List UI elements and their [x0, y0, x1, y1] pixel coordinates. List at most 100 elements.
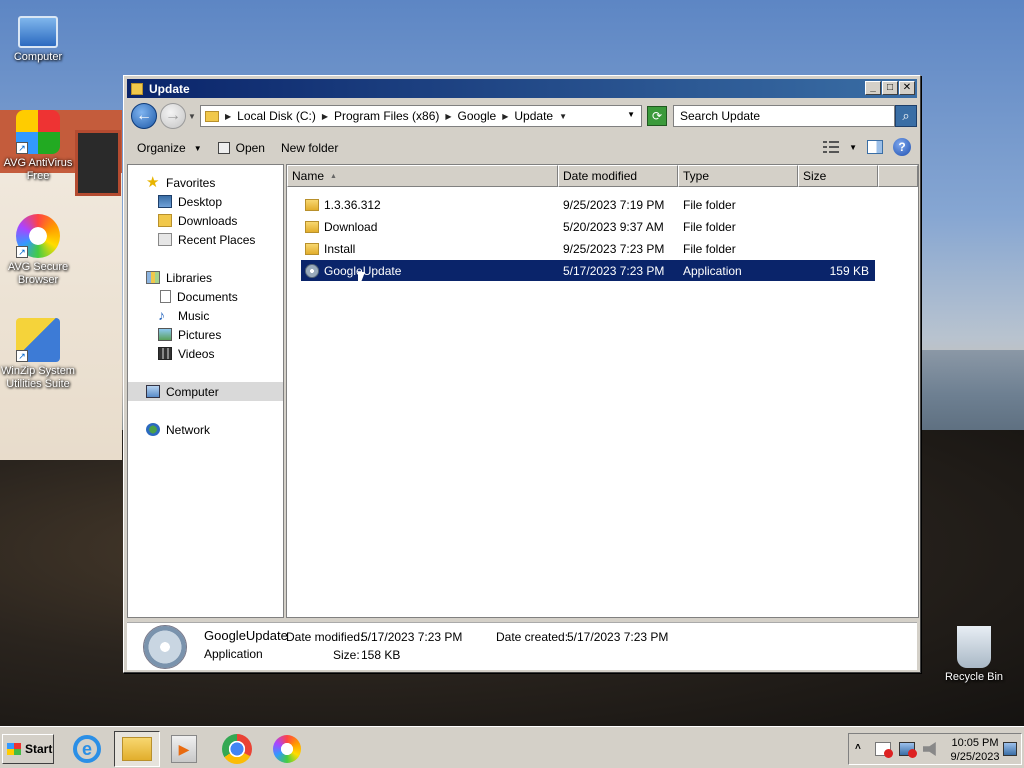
chevron-right-icon[interactable]: ▶: [322, 112, 328, 121]
preview-pane-icon[interactable]: [867, 140, 883, 154]
breadcrumb-google[interactable]: Google: [458, 109, 497, 123]
title-bar[interactable]: Update _ □ ✕: [127, 79, 917, 98]
details-date-modified-label: Date modified:: [286, 630, 364, 644]
desktop-icon-label: Computer: [13, 51, 63, 63]
shortcut-arrow-icon: ↗: [16, 350, 28, 362]
chevron-right-icon[interactable]: ▶: [502, 112, 508, 121]
start-button[interactable]: Start: [2, 734, 54, 764]
computer-icon: [146, 385, 160, 398]
desktop-icon-avg-antivirus[interactable]: ↗ AVG AntiVirus Free: [0, 110, 78, 183]
column-header-date-modified[interactable]: Date modified: [558, 165, 678, 187]
nav-documents[interactable]: Documents: [128, 287, 283, 306]
navigation-pane: ★ Favorites Desktop Downloads Recent Plac…: [127, 164, 284, 618]
windows-logo-icon: [7, 743, 21, 755]
recycle-bin-icon: [957, 626, 991, 668]
column-header-type[interactable]: Type: [678, 165, 798, 187]
downloads-icon: [158, 214, 172, 227]
organize-button[interactable]: Organize ▼: [137, 141, 202, 155]
open-button[interactable]: Open: [217, 141, 265, 155]
videos-icon: [158, 347, 172, 360]
nav-computer[interactable]: Computer: [128, 382, 283, 401]
recent-pages-dropdown[interactable]: ▼: [188, 112, 196, 121]
forward-button[interactable]: →: [160, 103, 186, 129]
folder-icon: [205, 110, 219, 122]
command-bar: Organize ▼ Open New folder ▼ ?: [127, 134, 917, 162]
chevron-right-icon[interactable]: ▶: [225, 112, 231, 121]
nav-recent-places[interactable]: Recent Places: [128, 230, 283, 249]
desktop-icon-computer[interactable]: Computer: [0, 10, 78, 64]
help-icon[interactable]: ?: [893, 138, 911, 156]
search-icon[interactable]: ⌕: [895, 105, 917, 127]
document-icon: [160, 290, 171, 303]
taskbar-media-player[interactable]: ▶: [165, 731, 203, 767]
close-button[interactable]: ✕: [899, 81, 915, 95]
nav-network[interactable]: Network: [128, 420, 283, 439]
taskbar-internet-explorer[interactable]: e: [68, 731, 106, 767]
nav-downloads[interactable]: Downloads: [128, 211, 283, 230]
folder-icon: [305, 242, 319, 255]
change-view-icon[interactable]: [823, 140, 840, 154]
avg-antivirus-icon: ↗: [16, 110, 60, 154]
address-bar[interactable]: ▶ Local Disk (C:) ▶ Program Files (x86) …: [200, 105, 642, 127]
breadcrumb-local-disk[interactable]: Local Disk (C:): [237, 109, 316, 123]
nav-libraries[interactable]: Libraries: [128, 268, 283, 287]
search-input[interactable]: Search Update: [673, 105, 895, 127]
network-icon: [146, 423, 160, 436]
breadcrumb-program-files[interactable]: Program Files (x86): [334, 109, 439, 123]
chrome-icon: [222, 734, 252, 764]
open-icon: [217, 142, 230, 154]
media-player-icon: ▶: [171, 735, 197, 763]
taskbar-chrome[interactable]: [218, 731, 256, 767]
details-date-created: 5/17/2023 7:23 PM: [567, 630, 669, 644]
breadcrumb-update[interactable]: Update: [514, 109, 553, 123]
volume-muted-icon[interactable]: [923, 742, 936, 756]
address-history-dropdown[interactable]: ▼: [627, 110, 635, 119]
shortcut-arrow-icon: ↗: [16, 142, 28, 154]
chevron-down-icon[interactable]: ▼: [559, 112, 567, 121]
file-list[interactable]: Name ▲ Date modified Type Size 1.3.36.312…: [286, 164, 919, 618]
desktop-icon-label: AVG Secure Browser: [7, 261, 69, 286]
file-row[interactable]: Download 5/20/2023 9:37 AM File folder: [301, 216, 875, 237]
system-tray: ˄ 10:05 PM 9/25/2023: [848, 733, 1022, 765]
nav-music[interactable]: ♪ Music: [128, 306, 283, 325]
details-size-label: Size:: [333, 648, 360, 662]
folder-icon: [305, 220, 319, 233]
desktop-icon-winzip[interactable]: ↗ WinZip System Utilities Suite: [0, 318, 78, 391]
pictures-icon: [158, 328, 172, 341]
chevron-right-icon[interactable]: ▶: [445, 112, 451, 121]
computer-icon: [18, 16, 58, 48]
show-hidden-icons-icon[interactable]: ˄: [855, 742, 861, 753]
network-status-icon[interactable]: [899, 742, 917, 758]
file-row[interactable]: Install 9/25/2023 7:23 PM File folder: [301, 238, 875, 259]
nav-favorites[interactable]: ★ Favorites: [128, 173, 283, 192]
nav-pictures[interactable]: Pictures: [128, 325, 283, 344]
new-folder-button[interactable]: New folder: [281, 141, 338, 155]
desktop-icon-avg-secure-browser[interactable]: ↗ AVG Secure Browser: [0, 214, 78, 287]
action-center-flag-icon[interactable]: [875, 742, 893, 758]
column-header-size[interactable]: Size: [798, 165, 878, 187]
chevron-down-icon[interactable]: ▼: [849, 143, 857, 152]
minimize-button[interactable]: _: [865, 81, 881, 95]
explorer-window[interactable]: Update _ □ ✕ ← → ▼ ▶ Local Disk (C:) ▶ P…: [123, 75, 921, 673]
clock[interactable]: 10:05 PM 9/25/2023: [945, 736, 1005, 764]
nav-desktop[interactable]: Desktop: [128, 192, 283, 211]
show-desktop-icon[interactable]: [1003, 742, 1017, 756]
folder-icon: [122, 737, 152, 761]
taskbar-windows-explorer[interactable]: [114, 731, 160, 767]
file-row[interactable]: 1.3.36.312 9/25/2023 7:19 PM File folder: [301, 194, 875, 215]
desktop-icon-recycle-bin[interactable]: Recycle Bin: [934, 626, 1014, 684]
application-icon: [305, 263, 319, 278]
refresh-button[interactable]: ⟳: [647, 106, 667, 126]
nav-videos[interactable]: Videos: [128, 344, 283, 363]
back-button[interactable]: ←: [131, 103, 157, 129]
desktop-icon-label: AVG AntiVirus Free: [3, 157, 73, 182]
details-date-modified: 5/17/2023 7:23 PM: [361, 630, 463, 644]
navigation-bar: ← → ▼ ▶ Local Disk (C:) ▶ Program Files …: [127, 100, 917, 132]
window-title: Update: [149, 81, 190, 96]
maximize-button[interactable]: □: [882, 81, 898, 95]
taskbar-avg-secure-browser[interactable]: [268, 731, 306, 767]
desktop-icon-label: Recycle Bin: [944, 671, 1004, 683]
taskbar: Start e ▶ ˄ 10:05 PM 9/25/2023: [0, 726, 1024, 768]
file-row-selected[interactable]: GoogleUpdate 5/17/2023 7:23 PM Applicati…: [301, 260, 875, 281]
column-header-name[interactable]: Name ▲: [287, 165, 558, 187]
